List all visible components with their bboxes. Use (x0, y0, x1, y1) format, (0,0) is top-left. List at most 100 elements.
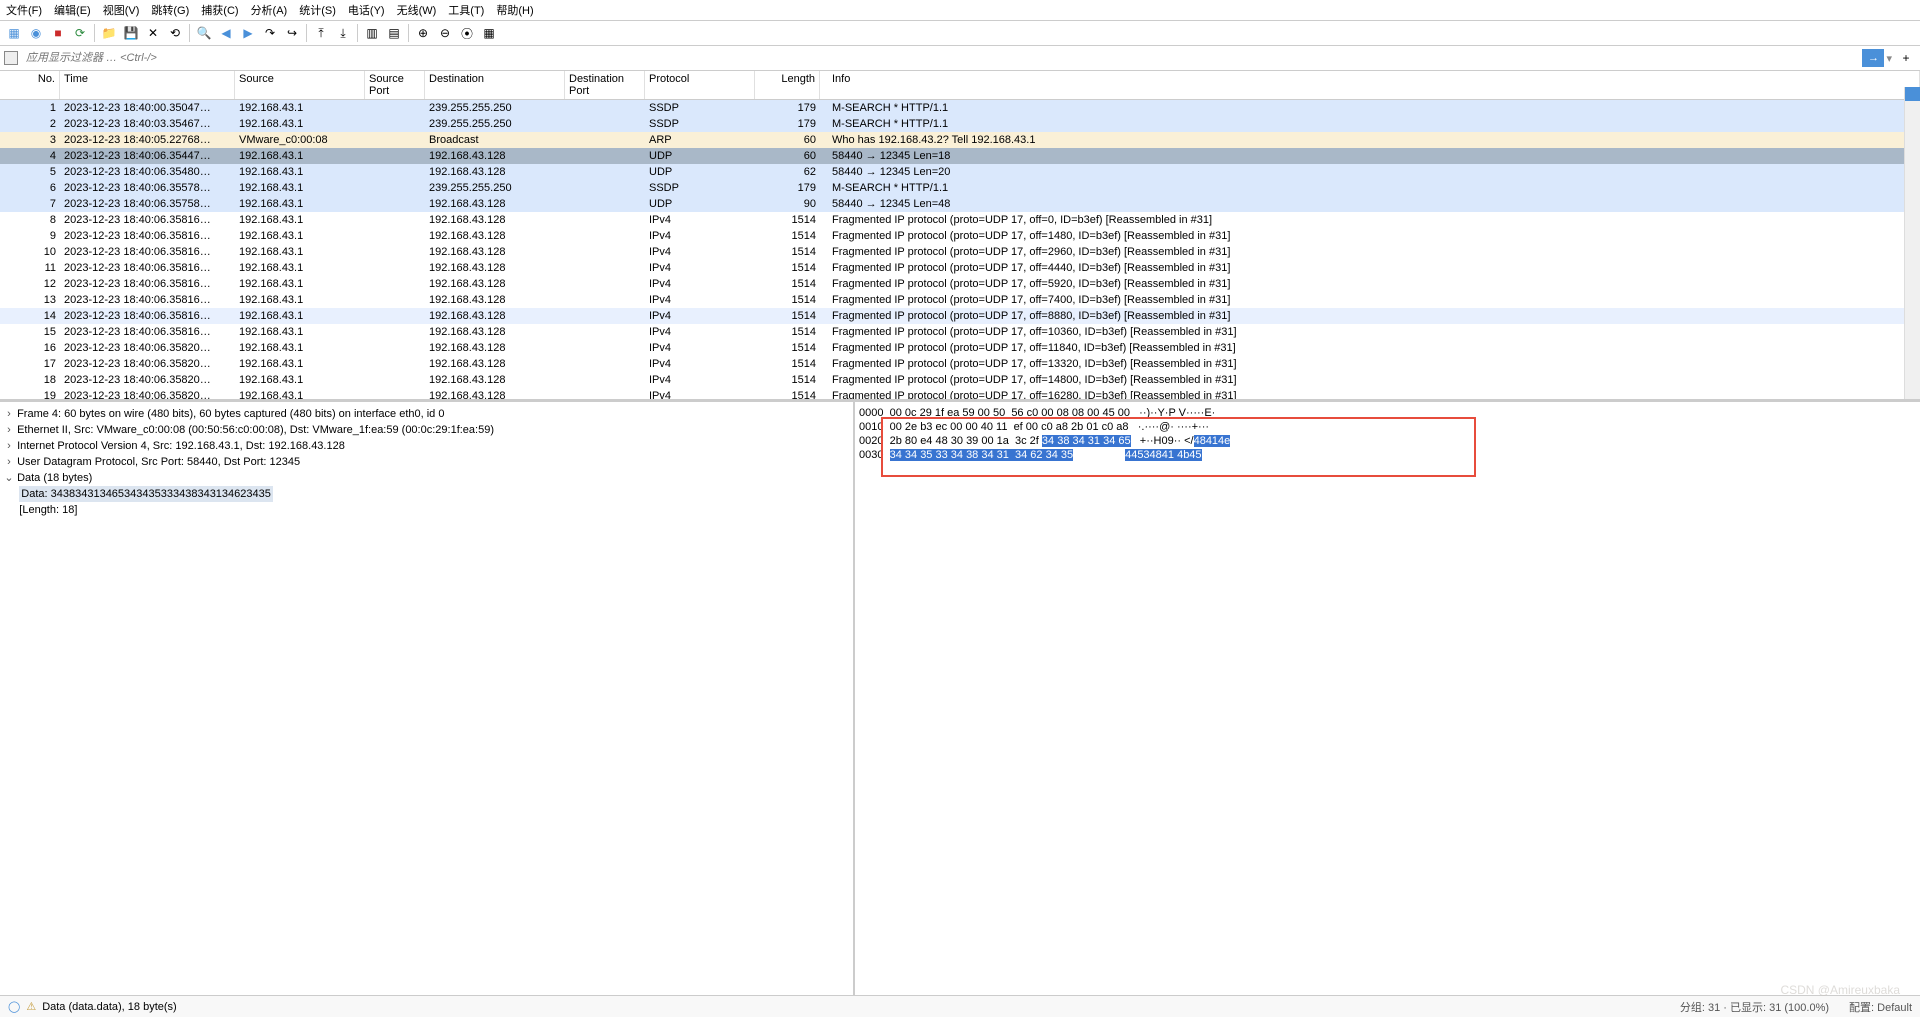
goto-icon[interactable]: ↪ (282, 23, 302, 43)
menu-item[interactable]: 视图(V) (103, 2, 140, 18)
table-row[interactable]: 62023-12-23 18:40:06.35578…192.168.43.12… (0, 180, 1920, 196)
packet-list-header[interactable]: No. Time Source Source Port Destination … (0, 71, 1920, 100)
frame-line[interactable]: Frame 4: 60 bytes on wire (480 bits), 60… (17, 408, 444, 420)
menu-item[interactable]: 帮助(H) (496, 2, 533, 18)
col-dstport[interactable]: Destination Port (565, 71, 645, 99)
table-row[interactable]: 22023-12-23 18:40:03.35467…192.168.43.12… (0, 116, 1920, 132)
menu-item[interactable]: 跳转(G) (151, 2, 189, 18)
menu-item[interactable]: 编辑(E) (54, 2, 91, 18)
chevron-right-icon[interactable]: › (4, 422, 14, 438)
length-line[interactable]: [Length: 18] (19, 504, 77, 516)
menu-item[interactable]: 捕获(C) (201, 2, 238, 18)
resize-cols-icon[interactable]: ▦ (479, 23, 499, 43)
ethernet-line[interactable]: Ethernet II, Src: VMware_c0:00:08 (00:50… (17, 424, 494, 436)
zoom-out-icon[interactable]: ⊖ (435, 23, 455, 43)
table-row[interactable]: 122023-12-23 18:40:06.35816…192.168.43.1… (0, 276, 1920, 292)
zoom-reset-icon[interactable]: ⦿ (457, 23, 477, 43)
table-row[interactable]: 192023-12-23 18:40:06.35820…192.168.43.1… (0, 388, 1920, 401)
col-time[interactable]: Time (60, 71, 235, 99)
add-filter-button[interactable]: + (1896, 48, 1916, 68)
apply-filter-icon[interactable]: → (1862, 49, 1884, 67)
hex-bytes[interactable]: 00 0c 29 1f ea 59 00 50 56 c0 00 08 08 0… (890, 407, 1130, 419)
menu-item[interactable]: 文件(F) (6, 2, 42, 18)
prev-icon[interactable]: ◀ (216, 23, 236, 43)
table-row[interactable]: 12023-12-23 18:40:00.35047…192.168.43.12… (0, 100, 1920, 116)
menu-item[interactable]: 工具(T) (448, 2, 484, 18)
filter-dropdown-icon[interactable]: ▾ (1886, 52, 1892, 65)
hex-bytes[interactable]: 2b 80 e4 48 30 39 00 1a 3c 2f (890, 435, 1042, 447)
close-icon[interactable]: ✕ (143, 23, 163, 43)
expert-icon[interactable]: ⚠ (26, 1000, 36, 1013)
find-icon[interactable]: 🔍 (194, 23, 214, 43)
col-length[interactable]: Length (755, 71, 820, 99)
status-profile[interactable]: 配置: Default (1849, 999, 1912, 1015)
hex-ascii-selected[interactable]: 44534841 4b45 (1125, 449, 1201, 461)
col-srcport[interactable]: Source Port (365, 71, 425, 99)
bookmark-icon[interactable] (4, 51, 18, 65)
menu-item[interactable]: 分析(A) (251, 2, 288, 18)
menu-item[interactable]: 电话(Y) (348, 2, 385, 18)
table-row[interactable]: 132023-12-23 18:40:06.35816…192.168.43.1… (0, 292, 1920, 308)
menu-item[interactable]: 无线(W) (397, 2, 437, 18)
col-no[interactable]: No. (0, 71, 60, 99)
table-row[interactable]: 82023-12-23 18:40:06.35816…192.168.43.11… (0, 212, 1920, 228)
table-row[interactable]: 42023-12-23 18:40:06.35447…192.168.43.11… (0, 148, 1920, 164)
chevron-down-icon[interactable]: ⌄ (4, 470, 14, 486)
restart-capture-icon[interactable]: ⟳ (70, 23, 90, 43)
interfaces-icon[interactable]: ▦ (4, 23, 24, 43)
hex-offset: 0000 (859, 407, 883, 419)
packet-list-body[interactable]: 12023-12-23 18:40:00.35047…192.168.43.12… (0, 100, 1920, 401)
table-row[interactable]: 102023-12-23 18:40:06.35816…192.168.43.1… (0, 244, 1920, 260)
jump-icon[interactable]: ↷ (260, 23, 280, 43)
table-row[interactable]: 182023-12-23 18:40:06.35820…192.168.43.1… (0, 372, 1920, 388)
packet-bytes-pane[interactable]: 0000 00 0c 29 1f ea 59 00 50 56 c0 00 08… (855, 402, 1920, 995)
chevron-right-icon[interactable]: › (4, 454, 14, 470)
start-capture-icon[interactable]: ◉ (26, 23, 46, 43)
ip-line[interactable]: Internet Protocol Version 4, Src: 192.16… (17, 440, 345, 452)
autoscroll-icon[interactable]: ▥ (362, 23, 382, 43)
save-icon[interactable]: 💾 (121, 23, 141, 43)
chevron-right-icon[interactable]: › (4, 438, 14, 454)
last-icon[interactable]: ⤓ (333, 23, 353, 43)
packet-details-pane[interactable]: › Frame 4: 60 bytes on wire (480 bits), … (0, 402, 855, 995)
display-filter-input[interactable] (22, 50, 1858, 66)
table-row[interactable]: 162023-12-23 18:40:06.35820…192.168.43.1… (0, 340, 1920, 356)
hex-bytes-selected[interactable]: 34 38 34 31 34 65 (1042, 435, 1131, 447)
chevron-right-icon[interactable]: › (4, 406, 14, 422)
watermark: CSDN @Amireuxbaka (1780, 983, 1900, 997)
table-row[interactable]: 172023-12-23 18:40:06.35820…192.168.43.1… (0, 356, 1920, 372)
data-line[interactable]: Data (18 bytes) (17, 472, 92, 484)
colorize-icon[interactable]: ▤ (384, 23, 404, 43)
hex-bytes[interactable]: 00 2e b3 ec 00 00 40 11 ef 00 c0 a8 2b 0… (890, 421, 1129, 433)
table-row[interactable]: 142023-12-23 18:40:06.35816…192.168.43.1… (0, 308, 1920, 324)
hex-ascii[interactable]: +··H09·· </ (1140, 435, 1194, 447)
table-row[interactable]: 152023-12-23 18:40:06.35816…192.168.43.1… (0, 324, 1920, 340)
table-row[interactable]: 52023-12-23 18:40:06.35480…192.168.43.11… (0, 164, 1920, 180)
udp-line[interactable]: User Datagram Protocol, Src Port: 58440,… (17, 456, 300, 468)
reload-icon[interactable]: ⟲ (165, 23, 185, 43)
hex-ascii[interactable]: ··)··Y·P V·····E· (1139, 407, 1215, 419)
table-row[interactable]: 112023-12-23 18:40:06.35816…192.168.43.1… (0, 260, 1920, 276)
status-bar: ◯ ⚠ Data (data.data), 18 byte(s) 分组: 31 … (0, 995, 1920, 1017)
data-value-line[interactable]: Data: 3438343134653434353334383431346234… (19, 486, 273, 502)
table-row[interactable]: 32023-12-23 18:40:05.22768…VMware_c0:00:… (0, 132, 1920, 148)
info-icon[interactable]: ◯ (8, 1000, 20, 1013)
col-dest[interactable]: Destination (425, 71, 565, 99)
col-protocol[interactable]: Protocol (645, 71, 755, 99)
next-icon[interactable]: ▶ (238, 23, 258, 43)
hex-ascii-selected[interactable]: 48414e (1194, 435, 1231, 447)
table-row[interactable]: 72023-12-23 18:40:06.35758…192.168.43.11… (0, 196, 1920, 212)
main-toolbar: ▦ ◉ ■ ⟳ 📁 💾 ✕ ⟲ 🔍 ◀ ▶ ↷ ↪ ⤒ ⤓ ▥ ▤ ⊕ ⊖ ⦿ … (0, 21, 1920, 46)
hex-offset: 0030 (859, 449, 883, 461)
packet-scrollbar[interactable] (1904, 87, 1920, 399)
first-icon[interactable]: ⤒ (311, 23, 331, 43)
table-row[interactable]: 92023-12-23 18:40:06.35816…192.168.43.11… (0, 228, 1920, 244)
col-info[interactable]: Info (820, 71, 1920, 99)
stop-capture-icon[interactable]: ■ (48, 23, 68, 43)
open-icon[interactable]: 📁 (99, 23, 119, 43)
hex-bytes-selected[interactable]: 34 34 35 33 34 38 34 31 34 62 34 35 (890, 449, 1074, 461)
hex-ascii[interactable]: ·.····@· ····+··· (1138, 421, 1209, 433)
zoom-in-icon[interactable]: ⊕ (413, 23, 433, 43)
col-source[interactable]: Source (235, 71, 365, 99)
menu-item[interactable]: 统计(S) (299, 2, 336, 18)
